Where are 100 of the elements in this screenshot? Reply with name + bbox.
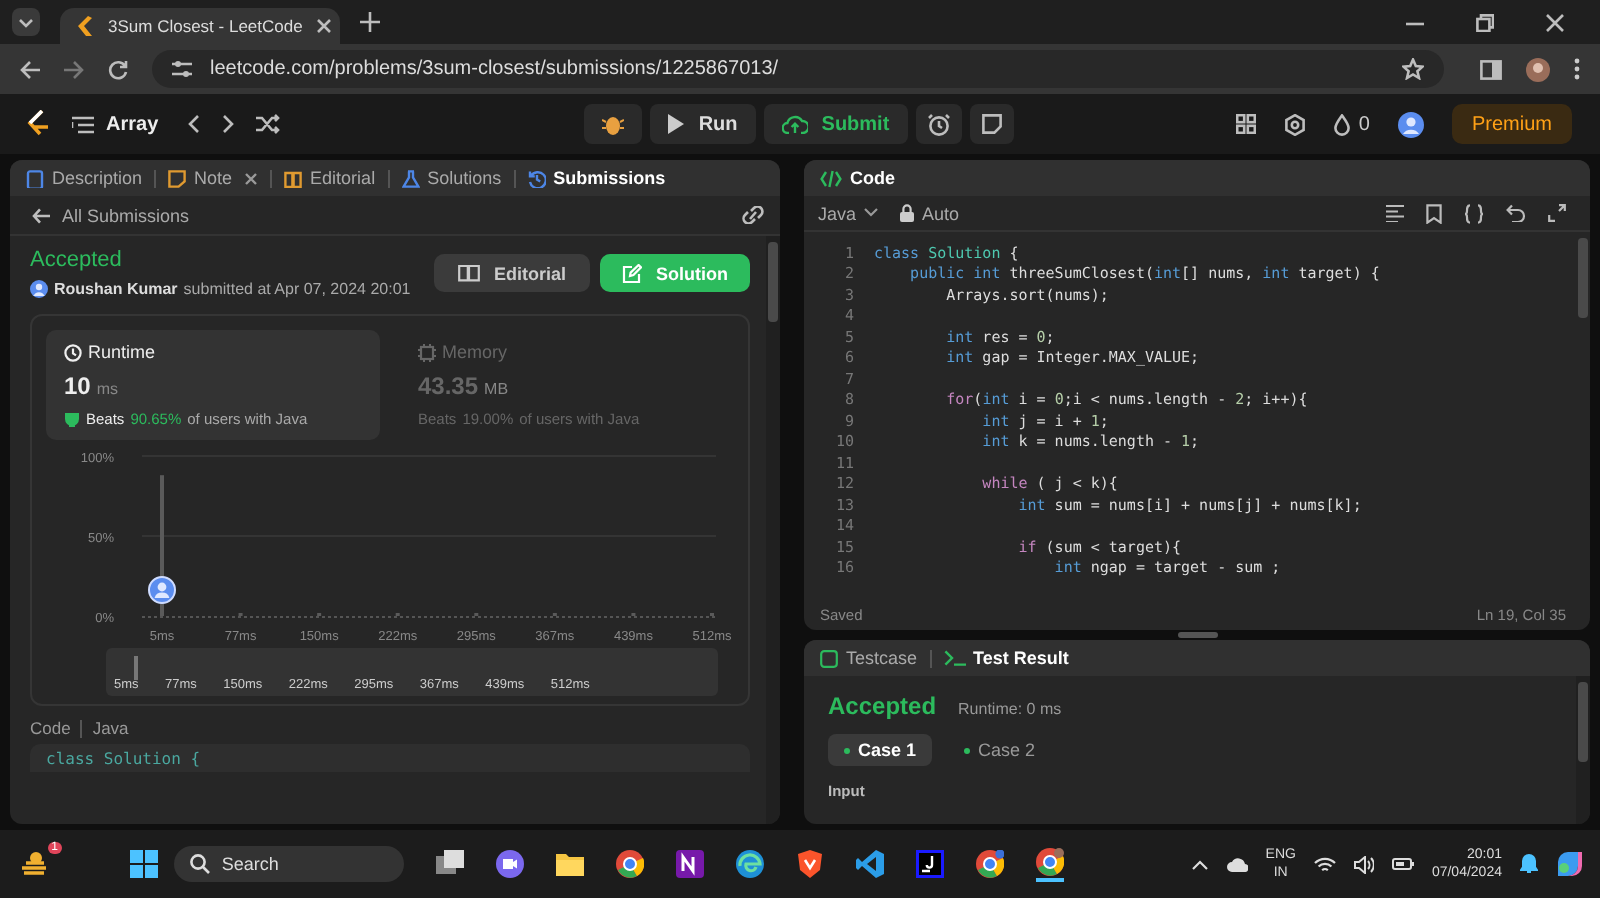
premium-button[interactable]: Premium	[1451, 104, 1572, 144]
submission-time: submitted at Apr 07, 2024 20:01	[183, 280, 411, 298]
lock-icon	[900, 204, 915, 222]
book-icon	[457, 264, 480, 282]
case-tab[interactable]: Case 2	[948, 734, 1052, 766]
resize-handle[interactable]	[1177, 632, 1217, 638]
runtime-text: Runtime: 0 ms	[958, 700, 1062, 718]
panel-tab[interactable]: Test Result	[943, 648, 1069, 668]
code-label: Code	[30, 718, 71, 738]
scrollbar[interactable]	[1576, 676, 1590, 824]
speaker-icon[interactable]	[1353, 855, 1374, 873]
close-icon[interactable]	[316, 18, 333, 34]
address-field[interactable]: leetcode.com/problems/3sum-closest/submissions/1225867013/	[152, 50, 1444, 88]
panel-tab[interactable]: Submissions	[527, 168, 666, 188]
browser-icon[interactable]	[615, 850, 644, 878]
link-icon[interactable]	[742, 206, 764, 224]
taskbar-search-field[interactable]: Search	[173, 846, 404, 882]
settings-icon[interactable]	[1284, 113, 1307, 135]
previous-icon[interactable]	[188, 114, 201, 134]
chevron-up-icon[interactable]	[1191, 859, 1208, 869]
book-icon	[284, 169, 303, 187]
panel-tab[interactable]: Note	[168, 168, 233, 188]
avatar-icon	[30, 280, 48, 298]
panel-tab[interactable]: Editorial	[284, 168, 376, 188]
avatar-icon[interactable]	[1526, 57, 1550, 81]
doc-icon	[26, 169, 44, 187]
code-editor-icon[interactable]	[855, 850, 884, 878]
bookmark-icon[interactable]	[1426, 203, 1442, 223]
new-tab-icon[interactable]	[360, 12, 380, 32]
panel-tab[interactable]: Solutions	[401, 168, 502, 188]
four-squares-icon[interactable]	[129, 850, 158, 878]
all-submissions-link[interactable]: All Submissions	[32, 205, 190, 225]
undo-icon[interactable]	[1506, 204, 1526, 222]
avatar-icon[interactable]	[1397, 111, 1424, 137]
editorial-button[interactable]: Editorial	[433, 254, 590, 292]
play-icon	[668, 114, 685, 134]
browser-icon[interactable]	[975, 850, 1004, 878]
close-icon[interactable]	[1546, 13, 1564, 31]
auto-mode-toggle[interactable]: Auto	[900, 203, 960, 223]
more-options-icon[interactable]	[1574, 58, 1580, 80]
case-tab[interactable]: Case 1	[828, 734, 933, 766]
author-name[interactable]: Roushan Kumar	[54, 280, 178, 298]
shield-icon[interactable]	[795, 850, 824, 878]
timer-button[interactable]	[915, 104, 962, 144]
reload-icon[interactable]	[108, 59, 128, 79]
problem-list-link[interactable]: Array	[106, 113, 159, 135]
tab-title: 3Sum Closest - LeetCode	[108, 16, 303, 36]
panel-tab[interactable]: Description	[26, 168, 143, 188]
shuffle-icon[interactable]	[256, 114, 281, 134]
your-submission-avatar-icon[interactable]	[148, 576, 176, 604]
language-dropdown[interactable]: Java	[818, 203, 879, 223]
next-icon[interactable]	[222, 114, 235, 134]
close-icon[interactable]	[244, 171, 259, 185]
edit-icon	[622, 263, 642, 283]
tab-search-icon[interactable]	[12, 8, 40, 36]
cloud-icon[interactable]	[1225, 857, 1248, 871]
assistant-icon[interactable]	[1556, 850, 1584, 878]
submission-status: Accepted	[30, 248, 124, 272]
bug-icon	[602, 112, 625, 136]
ide-icon[interactable]	[915, 850, 944, 878]
clock-icon	[64, 343, 82, 361]
notebook-icon[interactable]	[675, 850, 704, 878]
chip-icon	[418, 343, 436, 361]
weather-icon[interactable]	[20, 850, 52, 878]
format-icon[interactable]	[1386, 204, 1404, 222]
language-label: Java	[92, 718, 129, 738]
dot-icon	[844, 747, 850, 753]
braces-icon[interactable]	[1464, 203, 1484, 223]
code-line: class Solution {	[46, 750, 203, 768]
code-icon	[820, 169, 842, 187]
trophy-icon	[64, 411, 80, 427]
site-settings-icon[interactable]	[172, 60, 192, 78]
stacked-windows-icon[interactable]	[435, 850, 464, 878]
list-icon[interactable]	[72, 115, 94, 133]
battery-icon[interactable]	[1391, 858, 1414, 870]
folder-icon[interactable]	[555, 850, 584, 878]
notes-button[interactable]	[969, 104, 1014, 144]
chevron-down-icon	[864, 208, 879, 218]
video-chat-icon[interactable]	[495, 850, 524, 878]
bell-icon[interactable]	[1520, 854, 1538, 874]
side-panel-icon[interactable]	[1480, 59, 1502, 79]
forward-arrow-icon[interactable]	[64, 59, 84, 79]
back-arrow-icon[interactable]	[20, 59, 40, 79]
wave-browser-icon[interactable]	[735, 850, 764, 878]
debug-button[interactable]	[584, 104, 643, 144]
browser-tab[interactable]: 3Sum Closest - LeetCode	[60, 8, 340, 44]
run-button[interactable]: Run	[650, 104, 756, 144]
browser-icon[interactable]	[1035, 847, 1064, 881]
star-icon[interactable]	[1402, 58, 1424, 80]
scrollbar[interactable]	[766, 236, 780, 824]
panel-tab[interactable]: Testcase	[820, 648, 918, 668]
expand-icon[interactable]	[1548, 204, 1566, 222]
restore-icon[interactable]	[1476, 13, 1494, 31]
layout-icon[interactable]	[1236, 114, 1257, 134]
logo-icon[interactable]	[26, 110, 50, 138]
submit-button[interactable]: Submit	[763, 104, 908, 144]
streak-count: 0	[1358, 113, 1370, 135]
wifi-icon[interactable]	[1313, 855, 1336, 873]
cloud-upload-icon	[781, 114, 808, 134]
panel-tab[interactable]: Code	[820, 168, 895, 188]
